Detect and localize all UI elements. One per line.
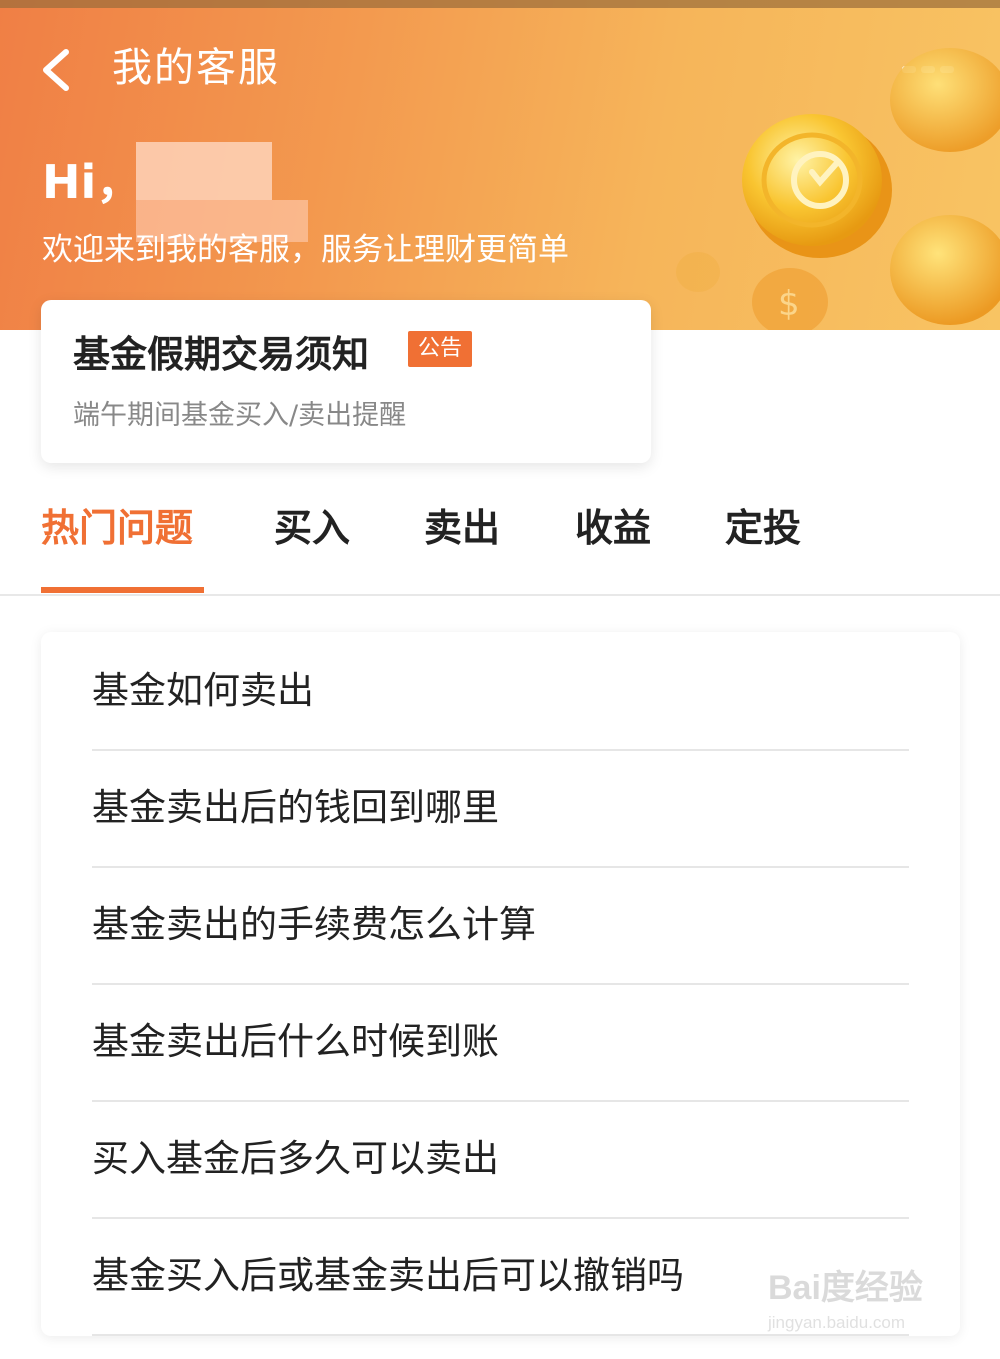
category-tabs: 热门问题 买入 卖出 收益 定投 xyxy=(0,490,1000,596)
tab-buy[interactable]: 买入 xyxy=(274,500,350,556)
svg-text:$: $ xyxy=(778,284,800,324)
greeting-text: Hi， xyxy=(42,155,143,209)
baidu-jingyan-watermark: Bai度经验 jingyan.baidu.com xyxy=(762,1250,982,1340)
tab-earnings[interactable]: 收益 xyxy=(575,500,651,556)
watermark-url: jingyan.baidu.com xyxy=(768,1313,906,1332)
faq-item[interactable]: 买入基金后多久可以卖出 xyxy=(92,1100,909,1219)
faq-item-label: 买入基金后多久可以卖出 xyxy=(92,1137,499,1180)
announcement-subtitle: 端午期间基金买入/卖出提醒 xyxy=(73,400,407,431)
tab-sell[interactable]: 卖出 xyxy=(424,500,500,556)
announcement-card[interactable]: 基金假期交易须知 公告 端午期间基金买入/卖出提醒 xyxy=(41,300,651,463)
faq-item-label: 基金卖出后什么时候到账 xyxy=(92,1020,499,1063)
faq-item[interactable]: 基金如何卖出 xyxy=(92,632,909,751)
chevron-left-icon[interactable] xyxy=(36,46,80,94)
announcement-title: 基金假期交易须知 xyxy=(73,333,369,376)
faq-item-label: 基金如何卖出 xyxy=(92,669,314,712)
gold-coins-illustration: $ xyxy=(676,48,1000,330)
faq-item[interactable]: 基金卖出后的钱回到哪里 xyxy=(92,749,909,868)
faq-item-label: 基金卖出的手续费怎么计算 xyxy=(92,903,536,946)
watermark-logo-text: Bai度经验 xyxy=(768,1269,923,1307)
tab-auto-invest[interactable]: 定投 xyxy=(725,500,801,556)
tab-hot-questions[interactable]: 热门问题 xyxy=(41,500,193,556)
announcement-badge: 公告 xyxy=(408,331,473,367)
welcome-text: 欢迎来到我的客服，服务让理财更简单 xyxy=(42,232,569,268)
faq-item-label: 基金买入后或基金卖出后可以撤销吗 xyxy=(92,1254,684,1297)
page-title: 我的客服 xyxy=(112,45,280,91)
faq-item[interactable]: 基金卖出的手续费怎么计算 xyxy=(92,866,909,985)
active-tab-indicator xyxy=(41,587,204,593)
faq-item[interactable]: 基金卖出后什么时候到账 xyxy=(92,983,909,1102)
faq-item-label: 基金卖出后的钱回到哪里 xyxy=(92,786,499,829)
top-bar xyxy=(0,0,1000,8)
faq-list: 基金如何卖出 基金卖出后的钱回到哪里 基金卖出的手续费怎么计算 基金卖出后什么时… xyxy=(41,632,960,1336)
header-banner: 我的客服 Hi， 欢迎来到我的客服，服务让理财更简单 $ xyxy=(0,0,1000,330)
